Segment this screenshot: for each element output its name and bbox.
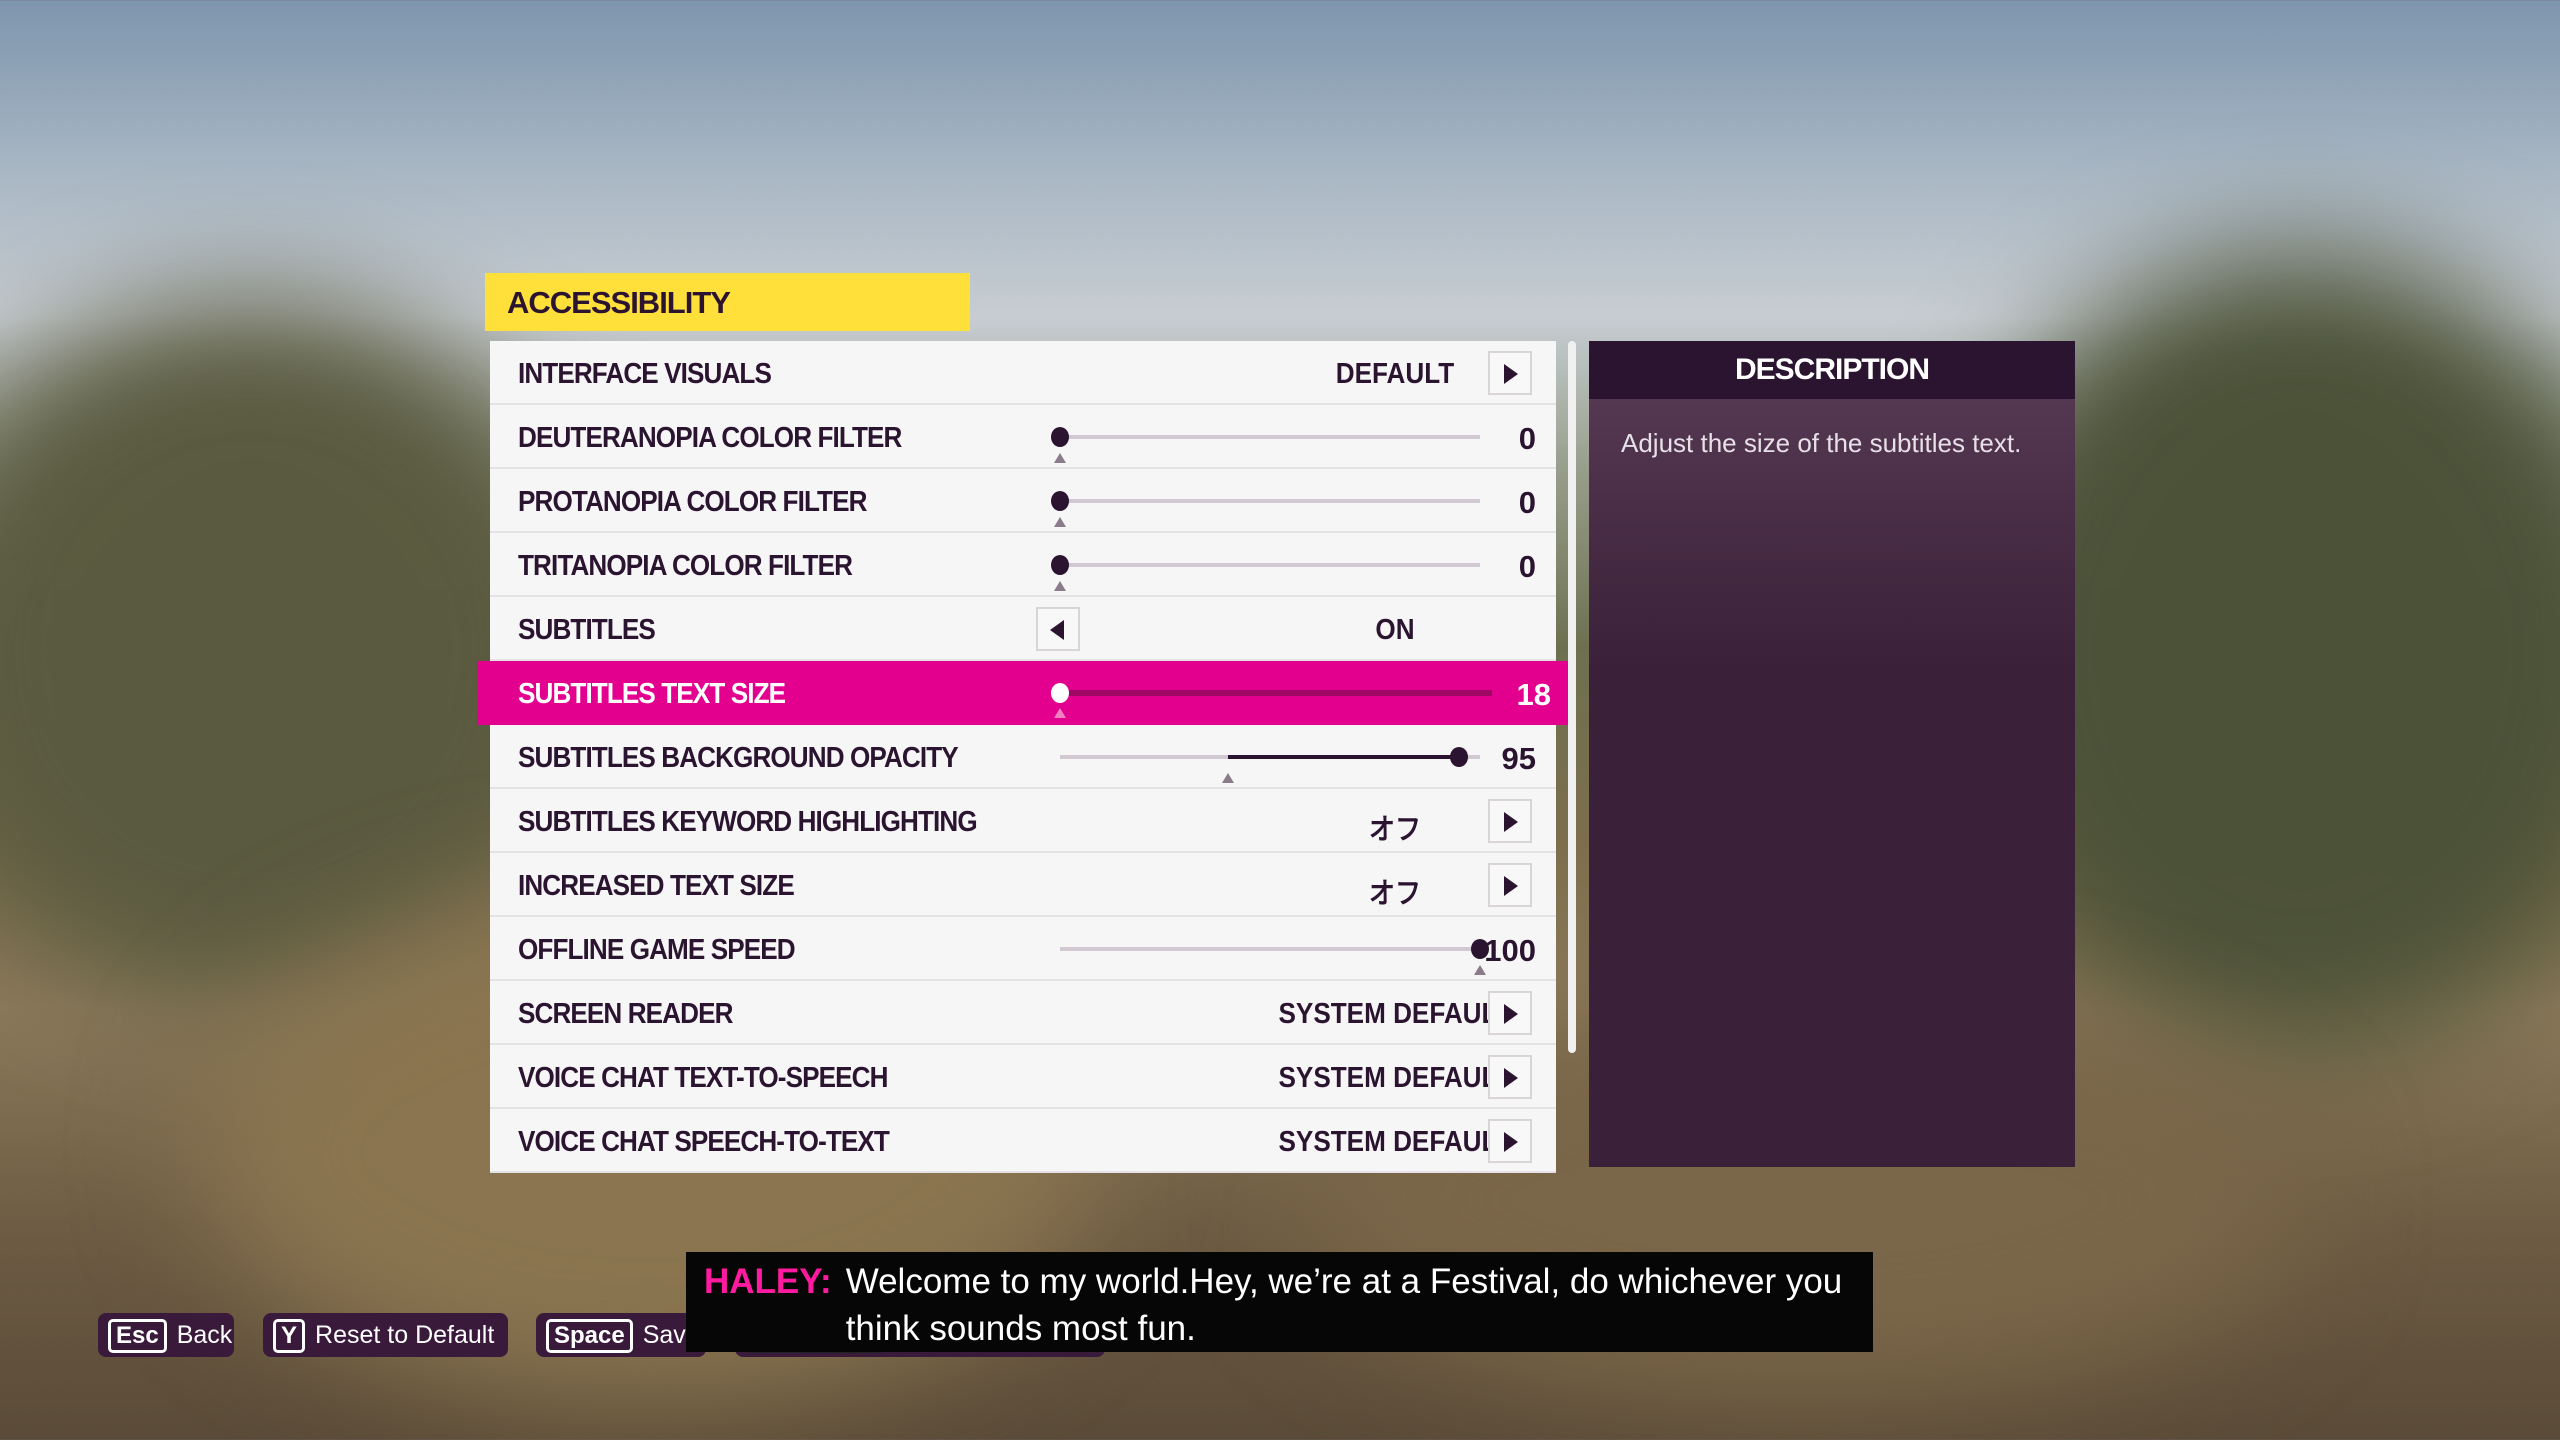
slider-track[interactable] [1060, 747, 1480, 783]
space-key-icon: Space [546, 1319, 633, 1353]
setting-row[interactable]: PROTANOPIA COLOR FILTER 0 [490, 469, 1556, 533]
arrow-right-icon[interactable] [1488, 799, 1532, 843]
setting-label: SUBTITLES KEYWORD HIGHLIGHTING [518, 806, 978, 838]
hint-label: Back [176, 1321, 233, 1349]
setting-row[interactable]: OFFLINE GAME SPEED 100 [490, 917, 1556, 981]
slider-track[interactable] [1060, 939, 1489, 975]
default-marker-icon [1054, 708, 1066, 718]
slider-value: 95 [1501, 741, 1536, 776]
slider-value: 0 [1518, 485, 1536, 520]
setting-row[interactable]: TRITANOPIA COLOR FILTER 0 [490, 533, 1556, 597]
slider-value: 18 [1516, 677, 1551, 712]
settings-list: INTERFACE VISUALS DEFAULT DEUTERANOPIA COL… [477, 341, 1571, 1173]
description-text: Adjust the size of the subtitles text. [1621, 428, 2022, 458]
setting-row[interactable]: SUBTITLES KEYWORD HIGHLIGHTING オフ [490, 789, 1556, 853]
arrow-right-icon[interactable] [1488, 351, 1532, 395]
slider-track[interactable] [1051, 491, 1480, 527]
default-marker-icon [1054, 581, 1066, 591]
setting-label: INTERFACE VISUALS [518, 358, 772, 390]
slider-fill [1228, 755, 1459, 759]
arrow-right-icon[interactable] [1488, 1119, 1532, 1163]
esc-key-icon: Esc [108, 1319, 167, 1353]
setting-row[interactable]: SCREEN READER SYSTEM DEFAULT [490, 981, 1556, 1045]
setting-row[interactable]: SUBTITLES TEXT SIZE 18 [477, 661, 1571, 725]
setting-value: ON [1375, 614, 1415, 646]
default-marker-icon [1222, 773, 1234, 783]
setting-row[interactable]: INTERFACE VISUALS DEFAULT [490, 341, 1556, 405]
hint-label: Reset to Default [315, 1321, 495, 1349]
description-title: DESCRIPTION [1589, 341, 2075, 399]
slider-value: 0 [1518, 421, 1536, 456]
arrow-right-icon[interactable] [1488, 991, 1532, 1035]
description-panel: DESCRIPTION Adjust the size of the subti… [1589, 341, 2075, 1167]
subtitle-box: HALEY: Welcome to my world.Hey, we’re at … [686, 1252, 1873, 1352]
setting-label: SUBTITLES BACKGROUND OPACITY [518, 742, 959, 774]
setting-label: TRITANOPIA COLOR FILTER [518, 550, 853, 582]
reset-default-button[interactable]: Y Reset to Default [263, 1313, 508, 1357]
default-marker-icon [1054, 517, 1066, 527]
slider-knob[interactable] [1051, 491, 1069, 511]
y-key-icon: Y [273, 1319, 306, 1353]
setting-row[interactable]: INCREASED TEXT SIZE オフ [490, 853, 1556, 917]
slider-knob[interactable] [1051, 683, 1069, 703]
setting-label: VOICE CHAT TEXT-TO-SPEECH [518, 1062, 888, 1094]
slider-value: 0 [1518, 549, 1536, 584]
setting-row[interactable]: SUBTITLES BACKGROUND OPACITY 95 [490, 725, 1556, 789]
section-header: ACCESSIBILITY [485, 273, 970, 331]
setting-label: VOICE CHAT SPEECH-TO-TEXT [518, 1126, 890, 1158]
slider-knob[interactable] [1450, 747, 1468, 767]
save-button[interactable]: Space Save [536, 1313, 706, 1357]
setting-row[interactable]: VOICE CHAT SPEECH-TO-TEXT SYSTEM DEFAULT [490, 1109, 1556, 1173]
slider-track[interactable] [1051, 683, 1492, 718]
setting-row[interactable]: SUBTITLES ON [490, 597, 1556, 661]
setting-label: PROTANOPIA COLOR FILTER [518, 486, 867, 518]
section-title: ACCESSIBILITY [507, 285, 731, 320]
setting-label: SUBTITLES [518, 614, 656, 646]
setting-label: SUBTITLES TEXT SIZE [518, 678, 786, 710]
setting-row[interactable]: DEUTERANOPIA COLOR FILTER 0 [490, 405, 1556, 469]
setting-label: INCREASED TEXT SIZE [518, 870, 795, 902]
subtitle-text: Welcome to my world.Hey, we’re at a Fest… [845, 1262, 1843, 1348]
arrow-right-icon[interactable] [1488, 1055, 1532, 1099]
subtitle-speaker: HALEY: [704, 1262, 832, 1301]
slider-value: 100 [1484, 933, 1536, 968]
slider-track[interactable] [1051, 555, 1480, 591]
setting-row[interactable]: VOICE CHAT TEXT-TO-SPEECH SYSTEM DEFAULT [490, 1045, 1556, 1109]
arrow-right-icon[interactable] [1488, 863, 1532, 907]
slider-track[interactable] [1051, 427, 1480, 463]
slider-knob[interactable] [1051, 555, 1069, 575]
setting-label: OFFLINE GAME SPEED [518, 934, 796, 966]
setting-label: DEUTERANOPIA COLOR FILTER [518, 422, 902, 454]
back-button[interactable]: Esc Back [98, 1313, 234, 1357]
setting-label: SCREEN READER [518, 998, 733, 1030]
slider-knob[interactable] [1051, 427, 1069, 447]
arrow-left-icon[interactable] [1036, 607, 1080, 651]
default-marker-icon [1054, 453, 1066, 463]
scrollbar[interactable] [1568, 341, 1576, 1053]
